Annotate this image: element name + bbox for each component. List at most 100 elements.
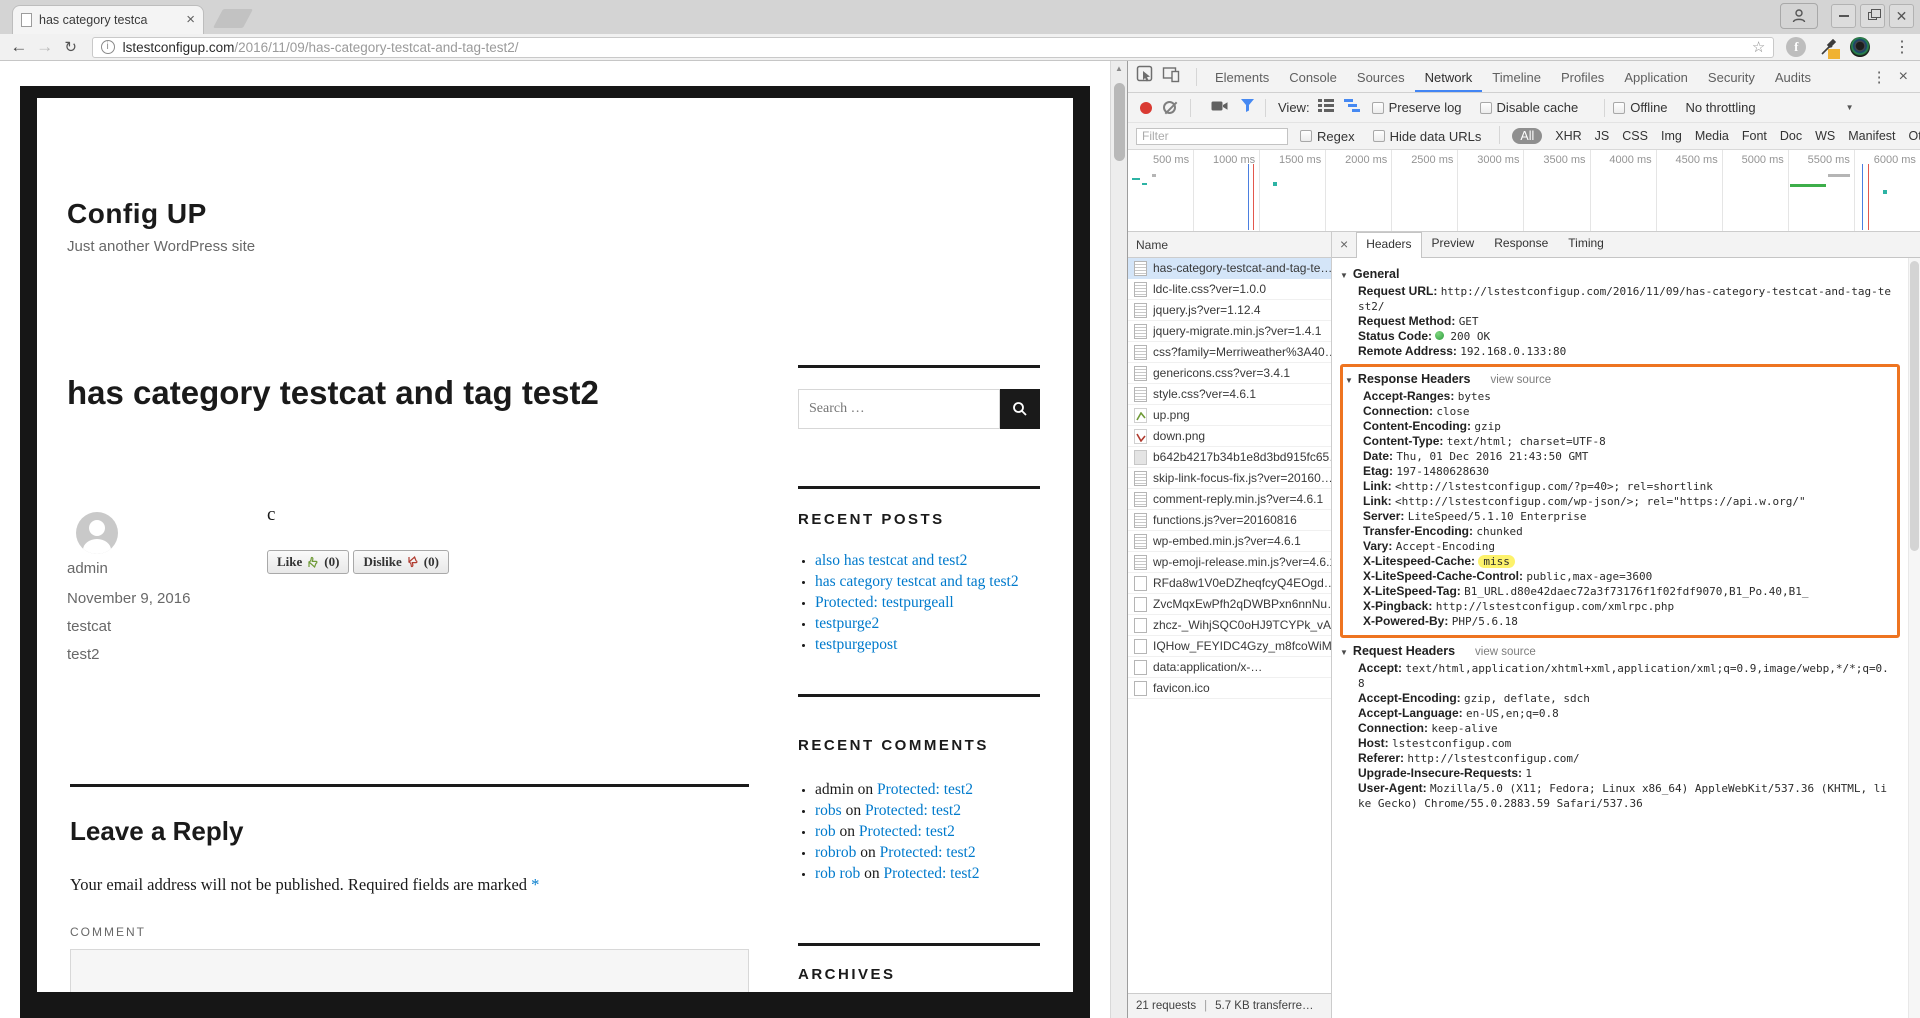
eyedropper-extension-icon[interactable]	[1818, 37, 1838, 57]
request-row[interactable]: data:application/x-…	[1128, 657, 1332, 678]
post-date[interactable]: November 9, 2016	[67, 590, 190, 607]
devtools-tab[interactable]: Security	[1698, 61, 1765, 92]
filter-icon[interactable]	[1240, 98, 1255, 117]
post-author[interactable]: admin	[67, 560, 108, 577]
details-scrollbar[interactable]	[1908, 258, 1920, 1018]
request-row[interactable]: wp-embed.min.js?ver=4.6.1	[1128, 531, 1332, 552]
filter-type[interactable]: Media	[1695, 129, 1729, 143]
request-row[interactable]: skip-link-focus-fix.js?ver=20160…	[1128, 468, 1332, 489]
request-row[interactable]: zhcz-_WihjSQC0oHJ9TCYPk_vA…	[1128, 615, 1332, 636]
comment-post-link[interactable]: Protected: test2	[880, 844, 976, 861]
devtools-close-icon[interactable]: ×	[1895, 68, 1920, 86]
filter-type[interactable]: WS	[1815, 129, 1835, 143]
post-tag-link[interactable]: test2	[67, 646, 100, 663]
request-row[interactable]: b642b4217b34b1e8d3bd915fc65…	[1128, 447, 1332, 468]
page-scrollbar[interactable]: ▲	[1110, 61, 1127, 1018]
filter-type[interactable]: JS	[1595, 129, 1610, 143]
profile-button[interactable]	[1780, 3, 1818, 29]
devtools-tab[interactable]: Timeline	[1482, 61, 1551, 92]
post-category-link[interactable]: testcat	[67, 618, 111, 635]
site-title[interactable]: Config UP	[67, 198, 207, 230]
filter-type[interactable]: Font	[1742, 129, 1767, 143]
page-info-icon[interactable]: i	[101, 40, 115, 54]
request-headers-header[interactable]: ▼ Request Headers view source	[1340, 644, 1920, 658]
devtools-tab[interactable]: Console	[1279, 61, 1347, 92]
request-row[interactable]: jquery-migrate.min.js?ver=1.4.1	[1128, 321, 1332, 342]
devtools-tab[interactable]: Sources	[1347, 61, 1415, 92]
reload-button[interactable]: ↻	[58, 38, 84, 56]
request-row[interactable]: jquery.js?ver=1.12.4	[1128, 300, 1332, 321]
detail-tab[interactable]: Timing	[1558, 232, 1614, 257]
overview-toggle-icon[interactable]	[1344, 98, 1360, 118]
device-toolbar-icon[interactable]	[1162, 65, 1180, 88]
request-row[interactable]: RFda8w1V0eDZheqfcyQ4EOgd…	[1128, 573, 1332, 594]
minimize-button[interactable]	[1831, 4, 1856, 28]
request-row[interactable]: wp-emoji-release.min.js?ver=4.6.1	[1128, 552, 1332, 573]
name-column-header[interactable]: Name	[1128, 232, 1332, 258]
hide-data-urls-checkbox[interactable]: Hide data URLs	[1373, 129, 1482, 144]
request-row[interactable]: genericons.css?ver=3.4.1	[1128, 363, 1332, 384]
request-row[interactable]: up.png	[1128, 405, 1332, 426]
general-section-header[interactable]: ▼ General	[1340, 267, 1920, 281]
dislike-button[interactable]: Dislike (0)	[353, 550, 448, 574]
comment-author[interactable]: rob	[815, 823, 836, 840]
filter-type[interactable]: XHR	[1555, 129, 1581, 143]
comment-author[interactable]: rob rob	[815, 865, 860, 882]
request-row[interactable]: down.png	[1128, 426, 1332, 447]
detail-tab[interactable]: Headers	[1356, 232, 1421, 258]
comment-post-link[interactable]: Protected: test2	[883, 865, 979, 882]
devtools-tab[interactable]: Profiles	[1551, 61, 1614, 92]
details-scrollbar-thumb[interactable]	[1910, 261, 1919, 551]
comment-post-link[interactable]: Protected: test2	[859, 823, 955, 840]
view-source-link[interactable]: view source	[1490, 374, 1551, 386]
recent-post-link[interactable]: Protected: testpurgeall	[815, 594, 954, 611]
offline-checkbox[interactable]: Offline	[1613, 100, 1667, 115]
devtools-tab[interactable]: Audits	[1765, 61, 1821, 92]
devtools-menu-icon[interactable]: ⋮	[1864, 68, 1895, 86]
view-source-link[interactable]: view source	[1475, 646, 1536, 658]
request-row[interactable]: comment-reply.min.js?ver=4.6.1	[1128, 489, 1332, 510]
request-row[interactable]: style.css?ver=4.6.1	[1128, 384, 1332, 405]
disable-cache-checkbox[interactable]: Disable cache	[1480, 100, 1579, 115]
inspect-element-icon[interactable]	[1136, 65, 1154, 88]
scroll-up-icon[interactable]: ▲	[1115, 64, 1123, 73]
filter-type[interactable]: CSS	[1622, 129, 1648, 143]
close-details-icon[interactable]: ×	[1338, 236, 1356, 257]
filter-type[interactable]: All	[1512, 128, 1542, 144]
request-row[interactable]: css?family=Merriweather%3A40…	[1128, 342, 1332, 363]
record-button[interactable]	[1140, 102, 1152, 114]
new-tab-button[interactable]	[213, 9, 253, 28]
fedora-extension-icon[interactable]: f	[1786, 37, 1806, 57]
response-headers-header[interactable]: ▼ Response Headers view source	[1345, 372, 1895, 386]
devtools-tab[interactable]: Elements	[1205, 61, 1279, 92]
filter-type[interactable]: Other	[1909, 129, 1920, 143]
filter-type[interactable]: Doc	[1780, 129, 1802, 143]
scrollbar-thumb[interactable]	[1114, 83, 1125, 161]
network-filter-input[interactable]	[1136, 128, 1288, 145]
close-button[interactable]: ✕	[1889, 4, 1914, 28]
comment-author[interactable]: robs	[815, 802, 842, 819]
recent-post-link[interactable]: also has testcat and test2	[815, 552, 967, 569]
request-row[interactable]: has-category-testcat-and-tag-te…	[1128, 258, 1332, 279]
request-row[interactable]: ldc-lite.css?ver=1.0.0	[1128, 279, 1332, 300]
browser-tab[interactable]: has category testca ×	[12, 5, 204, 34]
comment-post-link[interactable]: Protected: test2	[865, 802, 961, 819]
filter-type[interactable]: Img	[1661, 129, 1682, 143]
detail-tab[interactable]: Preview	[1422, 232, 1485, 257]
request-row[interactable]: functions.js?ver=20160816	[1128, 510, 1332, 531]
forward-button[interactable]: →	[32, 37, 58, 57]
tab-close-icon[interactable]: ×	[186, 13, 195, 27]
filter-type[interactable]: Manifest	[1848, 129, 1895, 143]
devtools-tab[interactable]: Network	[1415, 61, 1483, 92]
regex-checkbox[interactable]: Regex	[1300, 129, 1355, 144]
detail-tab[interactable]: Response	[1484, 232, 1558, 257]
preserve-log-checkbox[interactable]: Preserve log	[1372, 100, 1462, 115]
recent-post-link[interactable]: has category testcat and tag test2	[815, 573, 1019, 590]
request-row[interactable]: favicon.ico	[1128, 678, 1332, 699]
large-rows-toggle-icon[interactable]	[1318, 98, 1334, 117]
network-overview[interactable]: 500 ms1000 ms1500 ms2000 ms2500 ms3000 m…	[1128, 150, 1920, 232]
back-button[interactable]: ←	[6, 37, 32, 57]
request-row[interactable]: IQHow_FEYIDC4Gzy_m8fcoWiM…	[1128, 636, 1332, 657]
request-row[interactable]: ZvcMqxEwPfh2qDWBPxn6nnNu…	[1128, 594, 1332, 615]
bookmark-star-icon[interactable]: ☆	[1752, 38, 1765, 56]
